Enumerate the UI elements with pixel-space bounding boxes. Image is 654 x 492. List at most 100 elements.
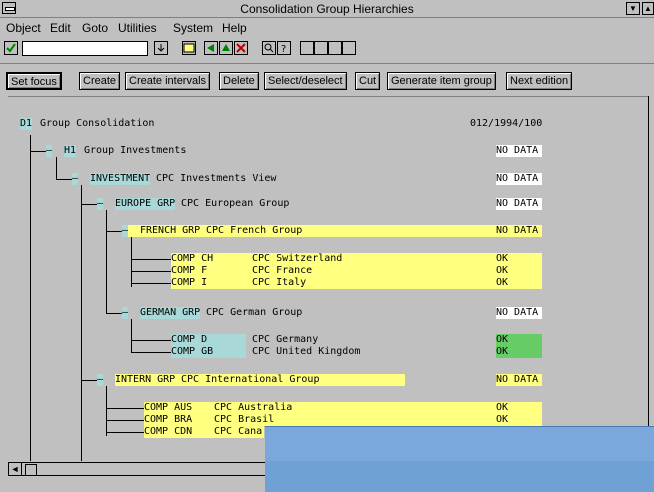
title-bar: Consolidation Group Hierarchies ▼ ▲	[0, 0, 654, 18]
list-item[interactable]: CPC Switzerland OK	[246, 253, 542, 265]
minimize-icon[interactable]: ▼	[626, 2, 640, 15]
h1-name: Group Investments	[84, 145, 187, 156]
create-intervals-button[interactable]: Create intervals	[125, 72, 211, 90]
intern-status: NO DATA	[496, 374, 542, 386]
collapse-icon[interactable]: –	[46, 145, 53, 157]
svg-text:?: ?	[281, 44, 286, 54]
menu-help[interactable]: Help	[222, 21, 247, 35]
exit-icon[interactable]	[219, 41, 233, 55]
comp-name: CPC United Kingdom	[252, 346, 361, 357]
intern-name: CPC International Group	[181, 374, 320, 385]
delete-button[interactable]: Delete	[219, 72, 259, 90]
collapse-icon[interactable]: –	[122, 307, 129, 319]
list-item[interactable]: CPC France OK	[246, 265, 542, 277]
dropdown-icon[interactable]	[154, 41, 168, 55]
cut-button[interactable]: Cut	[355, 72, 381, 90]
intern-code: INTERN GRP	[115, 374, 176, 385]
back-icon[interactable]	[204, 41, 218, 55]
create-button[interactable]: Create	[79, 72, 121, 90]
comp-status: OK	[496, 402, 509, 413]
menu-utilities[interactable]: Utilities	[118, 21, 157, 35]
root-code: D1	[20, 118, 33, 130]
tree-node-french[interactable]: – FRENCH GRP CPC French Group NO DATA	[122, 225, 542, 237]
h1-code: H1	[64, 145, 77, 157]
german-status: NO DATA	[496, 307, 542, 319]
menu-bar: Object Edit Goto Utilities System Help	[0, 18, 654, 36]
list-item[interactable]: COMP CH	[171, 253, 246, 265]
cancel-icon[interactable]	[234, 41, 248, 55]
comp-code: COMP CDN	[144, 426, 193, 437]
next-page-icon[interactable]	[328, 41, 342, 55]
vertical-scrollbar[interactable]	[648, 96, 654, 460]
hierarchy-tree: D1 Group Consolidation 012/1994/100 – H1…	[8, 96, 648, 461]
menu-goto[interactable]: Goto	[82, 21, 108, 35]
menu-system[interactable]: System	[173, 21, 213, 35]
menu-object[interactable]: Object	[6, 21, 41, 35]
investment-code: INVESTMENT	[90, 173, 151, 185]
europe-code: EUROPE GRP	[115, 198, 176, 210]
menu-edit[interactable]: Edit	[50, 21, 71, 35]
set-focus-button[interactable]: Set focus	[6, 72, 62, 90]
help-icon[interactable]: ?	[277, 41, 291, 55]
comp-name: CPC Switzerland	[252, 253, 343, 264]
next-edition-button[interactable]: Next edition	[506, 72, 573, 90]
french-status: NO DATA	[496, 225, 539, 236]
collapse-icon[interactable]: –	[72, 173, 79, 185]
comp-code: COMP CH	[171, 253, 214, 264]
french-code: FRENCH GRP	[140, 225, 201, 236]
first-page-icon[interactable]	[300, 41, 314, 55]
comp-code: COMP F	[171, 265, 208, 276]
scroll-left-icon[interactable]: ◄	[9, 463, 22, 475]
overlay-window	[265, 426, 654, 492]
command-field[interactable]	[22, 41, 148, 56]
list-item[interactable]: COMP F	[171, 265, 246, 277]
comp-code: COMP D	[171, 334, 208, 345]
french-name: CPC French Group	[206, 225, 303, 236]
check-icon[interactable]	[4, 41, 18, 55]
save-icon[interactable]	[182, 41, 196, 55]
list-item[interactable]: COMP GB	[171, 346, 246, 358]
select-deselect-button[interactable]: Select/deselect	[264, 72, 347, 90]
comp-code: COMP BRA	[144, 414, 193, 425]
scroll-thumb[interactable]	[25, 464, 37, 476]
overlay-panel	[265, 427, 654, 461]
europe-name: CPC European Group	[181, 198, 290, 209]
collapse-icon[interactable]: –	[97, 198, 104, 210]
root-name: Group Consolidation	[40, 118, 155, 129]
comp-status: OK	[496, 334, 542, 346]
comp-status: OK	[496, 253, 509, 264]
investment-name: CPC Investments View	[156, 173, 277, 184]
comp-code: COMP I	[171, 277, 208, 288]
comp-name: CPC Brasil	[214, 414, 275, 425]
list-item[interactable]: COMP CDN CPC Cana	[144, 426, 264, 438]
collapse-icon[interactable]: –	[122, 225, 129, 237]
generate-item-group-button[interactable]: Generate item group	[387, 72, 496, 90]
comp-name: CPC France	[252, 265, 313, 276]
comp-code: COMP AUS	[144, 402, 193, 413]
comp-name: CPC Germany	[252, 334, 319, 345]
last-page-icon[interactable]	[342, 41, 356, 55]
comp-name: CPC Cana	[214, 426, 263, 437]
german-code: GERMAN GRP	[140, 307, 201, 319]
find-icon[interactable]	[262, 41, 276, 55]
comp-name: CPC Australia	[214, 402, 293, 413]
maximize-icon[interactable]: ▲	[642, 2, 654, 15]
window-title: Consolidation Group Hierarchies	[240, 2, 414, 16]
list-item[interactable]: CPC Italy OK	[246, 277, 542, 289]
standard-toolbar: ?	[0, 36, 654, 64]
comp-status: OK	[496, 414, 509, 425]
german-name: CPC German Group	[206, 307, 303, 318]
intern-row[interactable]: INTERN GRP CPC International Group	[115, 374, 405, 386]
investment-status: NO DATA	[496, 173, 542, 185]
list-item[interactable]: COMP D	[171, 334, 246, 346]
prev-page-icon[interactable]	[314, 41, 328, 55]
application-toolbar: Set focus Create Create intervals Delete…	[0, 66, 654, 94]
collapse-icon[interactable]: –	[97, 374, 104, 386]
comp-name: CPC Italy	[252, 277, 307, 288]
list-item[interactable]: COMP BRA CPC Brasil OK	[144, 414, 542, 426]
list-item[interactable]: COMP AUS CPC Australia OK	[144, 402, 542, 414]
list-item[interactable]: COMP I	[171, 277, 246, 289]
comp-code: COMP GB	[171, 346, 214, 357]
comp-status: OK	[496, 265, 509, 276]
comp-status: OK	[496, 346, 542, 358]
